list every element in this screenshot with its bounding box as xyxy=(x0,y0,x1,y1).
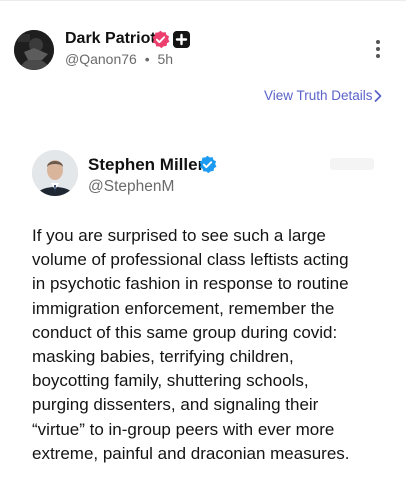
verified-badge-icon xyxy=(152,30,170,49)
embed-text-line: “virtue” to in-group peers with ever mor… xyxy=(32,419,335,439)
post-age: 5h xyxy=(157,51,174,67)
verified-check-icon xyxy=(199,155,217,174)
embed-text-line: masking babies, terrifying children, xyxy=(32,347,294,367)
top-divider xyxy=(0,0,406,1)
embed-text-line: If you are surprised to see such a large xyxy=(32,226,326,245)
embed-author-avatar[interactable] xyxy=(32,150,78,196)
post-card: Dark Patriot @Qanon76 • 5h View Truth De… xyxy=(0,0,406,500)
plus-badge-icon xyxy=(173,31,190,48)
embed-text-line: in psychotic fashion in response to rout… xyxy=(32,274,349,294)
embed-author-avatar-image xyxy=(32,150,78,196)
embed-text-line: purging dissenters, and signaling their xyxy=(32,395,319,415)
embed-text-line: boycotting family, shuttering schools, xyxy=(32,371,309,391)
embed-author-handle[interactable]: @StephenM xyxy=(88,177,174,197)
embed-text-line: extreme, painful and draconian measures. xyxy=(32,443,350,463)
embed-text-line: conduct of this same group during covid: xyxy=(32,322,338,342)
faint-overlay xyxy=(330,158,374,170)
author-handle[interactable]: @Qanon76 xyxy=(65,51,137,67)
view-truth-details-link[interactable]: View Truth Details xyxy=(264,87,373,105)
chevron-right-icon[interactable] xyxy=(373,89,383,103)
embed-author-name[interactable]: Stephen Miller xyxy=(88,155,204,175)
embed-post-text: If you are surprised to see such a large… xyxy=(32,224,392,466)
embed-text-line: volume of professional class leftists ac… xyxy=(32,250,349,270)
more-vertical-icon[interactable] xyxy=(370,38,386,60)
author-avatar[interactable] xyxy=(14,30,54,70)
embed-text-line: immigration enforcement, remember the xyxy=(32,298,335,318)
meta-separator: • xyxy=(144,51,150,67)
author-avatar-image xyxy=(14,30,54,70)
author-name[interactable]: Dark Patriot xyxy=(65,29,156,49)
author-meta: @Qanon76 • 5h xyxy=(65,50,173,68)
